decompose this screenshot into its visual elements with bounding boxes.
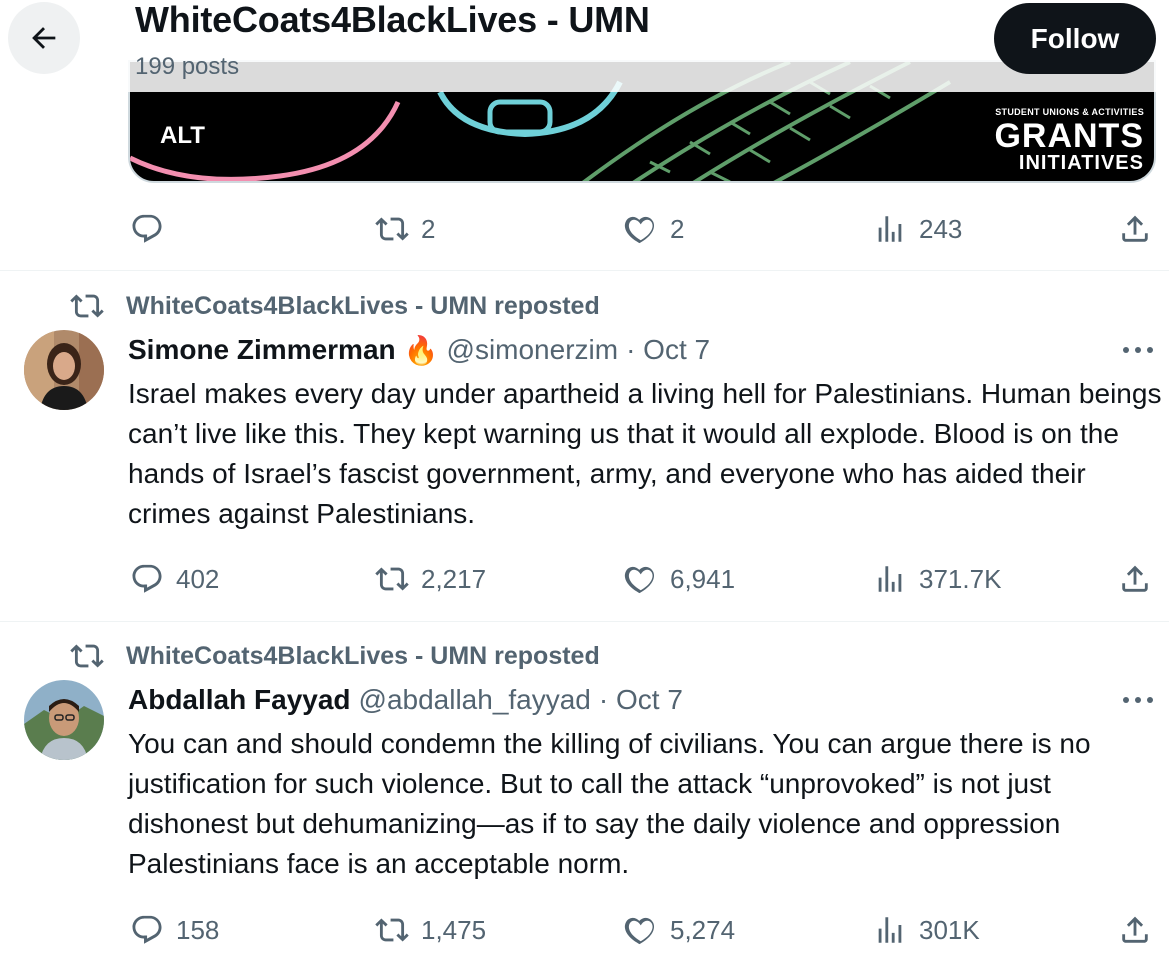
repost-icon [375,918,409,942]
views-count: 301K [919,914,980,945]
like-button[interactable]: 2 [624,209,684,249]
reply-icon [132,915,162,944]
views-button[interactable]: 371.7K [873,559,1001,599]
share-button[interactable] [1118,910,1152,950]
views-button[interactable]: 243 [873,209,962,249]
avatar-image [24,680,104,760]
more-icon [1123,347,1153,353]
more-button[interactable] [1118,685,1158,715]
heart-icon [624,216,655,244]
repost-count: 1,475 [421,914,487,945]
tweet-text: You can and should condemn the killing o… [128,728,1091,879]
views-count: 243 [919,213,963,244]
media-logo-line3: INITIATIVES [1018,152,1144,174]
divider [0,270,1169,271]
media-logo-line2: GRANTS [994,117,1144,155]
repost-count: 2 [421,213,436,244]
reply-icon [132,214,162,243]
repost-icon [375,217,409,241]
repost-icon [70,644,104,668]
back-button[interactable] [8,2,80,74]
like-count: 6,941 [670,563,736,594]
avatar[interactable] [24,330,104,410]
media-logo-line1: STUDENT UNIONS & ACTIVITIES [995,107,1144,117]
author-name[interactable]: Abdallah Fayyad [128,684,351,716]
author-handle[interactable]: @simonerzim [447,334,619,366]
views-count: 371.7K [919,563,1002,594]
share-button[interactable] [1118,559,1152,599]
like-button[interactable]: 6,941 [624,559,735,599]
divider [0,621,1169,622]
reply-count: 158 [176,914,220,945]
reply-icon [132,564,162,593]
reply-count: 402 [176,563,220,594]
profile-header: WhiteCoats4BlackLives - UMN 199 posts Fo… [0,0,1169,92]
reply-button[interactable]: 402 [130,559,219,599]
repost-button[interactable]: 2,217 [375,559,486,599]
share-icon [1122,916,1148,943]
heart-icon [624,917,655,945]
views-icon [878,566,902,592]
post-count: 199 posts [135,53,240,80]
repost-label: WhiteCoats4BlackLives - UMN reposted [126,641,600,670]
like-count: 5,274 [670,914,736,945]
more-icon [1123,697,1153,703]
like-button[interactable]: 5,274 [624,910,735,950]
reply-button[interactable] [130,209,176,249]
share-icon [1122,215,1148,242]
heart-icon [624,566,655,594]
tweet-actions: 402 2,217 6,941 371.7K [0,559,1169,599]
repost-icon [375,567,409,591]
avatar[interactable] [24,680,104,760]
repost-button[interactable]: 1,475 [375,910,486,950]
like-count: 2 [670,213,685,244]
views-button[interactable]: 301K [873,910,980,950]
repost-button[interactable]: 2 [375,209,435,249]
more-button[interactable] [1118,335,1158,365]
tweet-date[interactable]: · Oct 7 [599,684,683,716]
tweet-text: Israel makes every day under apartheid a… [128,378,1162,529]
media-logo: STUDENT UNIONS & ACTIVITIES GRANTS INITI… [994,107,1144,174]
share-icon [1122,565,1148,592]
author-handle[interactable]: @abdallah_fayyad [359,684,591,716]
views-icon [878,917,902,943]
views-icon [878,216,902,242]
tweet-date[interactable]: · Oct 7 [626,334,710,366]
follow-button[interactable]: Follow [994,3,1156,74]
repost-label: WhiteCoats4BlackLives - UMN reposted [126,291,600,320]
author-name[interactable]: Simone Zimmerman [128,334,396,366]
repost-icon [70,294,104,318]
tweet-header: Simone Zimmerman 🔥 @simonerzim · Oct 7 [128,330,710,370]
fire-emoji: 🔥 [403,334,439,366]
avatar-image [24,330,104,410]
repost-count: 2,217 [421,563,487,594]
timeline-page: ALT STUDENT UNIONS & ACTIVITIES GRANTS I… [0,0,1169,955]
post-actions: 2 2 243 [0,209,1169,249]
profile-name: WhiteCoats4BlackLives - UMN [135,0,650,40]
tweet-actions: 158 1,475 5,274 301K [0,910,1169,950]
repost-context[interactable]: WhiteCoats4BlackLives - UMN reposted [70,639,600,673]
tweet-header: Abdallah Fayyad @abdallah_fayyad · Oct 7 [128,680,683,720]
share-button[interactable] [1118,209,1152,249]
repost-context[interactable]: WhiteCoats4BlackLives - UMN reposted [70,289,600,323]
reply-button[interactable]: 158 [130,910,219,950]
arrow-left-icon [32,27,56,49]
alt-badge[interactable]: ALT [160,122,205,150]
